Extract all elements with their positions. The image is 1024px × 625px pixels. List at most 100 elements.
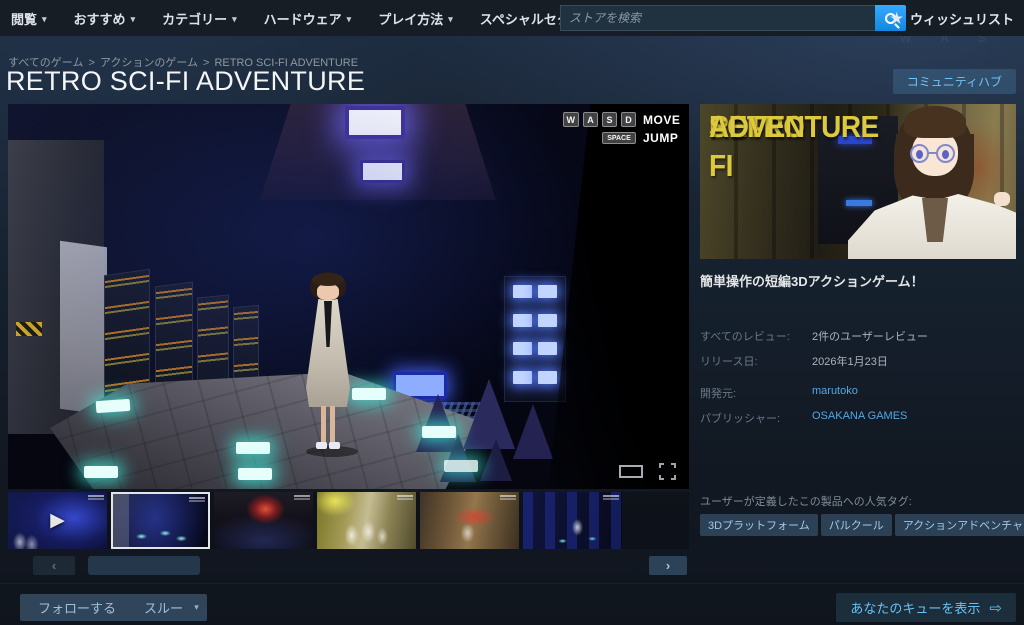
game-info-sidebar: RETRO SCI-FI ADVENTURE 簡単操作の短編3Dアクションゲーム… xyxy=(700,104,1016,435)
key-w: W xyxy=(563,112,580,127)
search-input[interactable] xyxy=(560,5,875,31)
thumbnail-screenshot[interactable] xyxy=(317,492,416,549)
game-capsule-image: RETRO SCI-FI ADVENTURE xyxy=(700,104,1016,259)
tag-3d-platformer[interactable]: 3Dプラットフォーム xyxy=(700,514,818,536)
tag-parkour[interactable]: パルクール xyxy=(821,514,892,536)
scene-glow-tile xyxy=(352,388,386,400)
view-queue-button[interactable]: あなたのキューを表示 ⇨ xyxy=(836,593,1016,622)
tag-list: 3Dプラットフォーム パルクール アクションアドベンチャー + xyxy=(700,514,1016,536)
ignore-dropdown-button[interactable]: ▾ xyxy=(186,594,207,621)
play-icon: ▶ xyxy=(8,492,107,549)
scene-character xyxy=(304,272,354,454)
thumbnail-screenshot[interactable] xyxy=(214,492,313,549)
thumbnails-scrollbar-handle[interactable] xyxy=(88,556,200,575)
thumbnail-screenshot[interactable] xyxy=(523,492,622,549)
scene-glow-tile xyxy=(238,468,272,480)
tag-action-adventure[interactable]: アクションアドベンチャー xyxy=(895,514,1024,536)
scene-glow-tile xyxy=(236,442,270,454)
right-arrow-icon: ⇨ xyxy=(989,599,1002,617)
scene-glow-tile xyxy=(84,466,118,478)
character-bangs xyxy=(904,106,966,138)
nav-label: カテゴリー xyxy=(162,9,227,28)
character-eye xyxy=(942,150,949,159)
scene-glow-tile xyxy=(96,399,131,413)
nav-menu: 閲覧 ▾ おすすめ ▾ カテゴリー ▾ ハードウェア ▾ プレイ方法 ▾ スペシ… xyxy=(0,9,618,28)
popular-tags-section: ユーザーが定義したこの製品への人気タグ: 3Dプラットフォーム パルクール アク… xyxy=(700,493,1016,536)
detail-row-release-date: リリース日: 2026年1月23日 xyxy=(700,353,1016,369)
character-glasses-bridge xyxy=(928,152,937,154)
game-details: すべてのレビュー: 2件のユーザーレビュー リリース日: 2026年1月23日 … xyxy=(700,328,1016,426)
detail-label: すべてのレビュー: xyxy=(700,328,812,344)
wishlist-link[interactable]: ★ ウィッシュリスト xyxy=(890,0,1014,36)
community-hub-button[interactable]: コミュニティハブ xyxy=(893,69,1016,94)
nav-item-browse[interactable]: 閲覧 ▾ xyxy=(11,9,47,28)
character-shoe xyxy=(329,442,340,449)
scene-blue-light xyxy=(513,371,532,384)
chevron-down-icon: ▾ xyxy=(232,14,237,25)
character-leg xyxy=(330,406,335,444)
scene-blue-light xyxy=(513,285,532,298)
scene-blue-light xyxy=(538,342,557,355)
nav-label: プレイ方法 xyxy=(378,9,443,28)
follow-button[interactable]: フォローする xyxy=(20,594,134,621)
character-hair-lock xyxy=(960,134,974,192)
steam-store-page: 閲覧 ▾ おすすめ ▾ カテゴリー ▾ ハードウェア ▾ プレイ方法 ▾ スペシ… xyxy=(0,0,1024,625)
review-summary[interactable]: 2件のユーザーレビュー xyxy=(812,328,928,344)
detail-label: パブリッシャー: xyxy=(700,410,812,426)
nav-item-hardware[interactable]: ハードウェア ▾ xyxy=(264,9,352,28)
detail-label: 開発元: xyxy=(700,385,812,401)
scene-blue-light xyxy=(513,314,532,327)
scene-blue-light xyxy=(538,285,557,298)
theater-mode-icon[interactable] xyxy=(619,465,643,478)
chevron-down-icon: ▾ xyxy=(347,14,352,25)
scene-cone xyxy=(513,404,553,459)
character-bangs xyxy=(312,273,344,286)
chevron-down-icon: ▾ xyxy=(131,14,136,25)
thumbnail-video[interactable]: ▶ xyxy=(8,492,107,549)
move-label: MOVE xyxy=(643,113,679,127)
thumbnail-scroll-row: ‹ › xyxy=(8,556,689,575)
scene-blue-light xyxy=(538,314,557,327)
controls-overlay: W A S D MOVE SPACE JUMP xyxy=(563,112,680,145)
character-face xyxy=(317,284,339,300)
capsule-title-line: ADVENTURE xyxy=(709,108,879,147)
star-icon: ★ xyxy=(890,10,903,27)
character-fist xyxy=(994,192,1010,206)
chevron-down-icon: ▾ xyxy=(42,14,47,25)
nav-item-how-to-play[interactable]: プレイ方法 ▾ xyxy=(378,9,453,28)
developer-link[interactable]: marutoko xyxy=(812,385,858,401)
key-a: A xyxy=(583,112,598,127)
capsule-character xyxy=(866,104,1016,259)
fullscreen-icon[interactable] xyxy=(659,463,676,480)
jump-label: JUMP xyxy=(643,131,679,145)
thumbnails-next-button[interactable]: › xyxy=(649,556,687,575)
queue-label: あなたのキューを表示 xyxy=(850,598,980,617)
scene-blue-light xyxy=(513,342,532,355)
page-title: RETRO SCI-FI ADVENTURE xyxy=(6,66,365,97)
scene-glow-tile xyxy=(422,426,456,438)
key-space: SPACE xyxy=(602,132,636,144)
nav-item-recommended[interactable]: おすすめ ▾ xyxy=(74,9,136,28)
game-description: 簡単操作の短編3Dアクションゲーム！ xyxy=(700,271,1016,290)
tags-header: ユーザーが定義したこの製品への人気タグ: xyxy=(700,493,1016,509)
detail-row-developer: 開発元: marutoko xyxy=(700,385,1016,401)
detail-label: リリース日: xyxy=(700,353,812,369)
scene-glow-tile xyxy=(444,460,478,472)
main-media-player[interactable]: W A S D MOVE SPACE JUMP xyxy=(8,104,689,489)
release-date: 2026年1月23日 xyxy=(812,353,888,369)
footer-divider xyxy=(0,583,1024,584)
nav-item-categories[interactable]: カテゴリー ▾ xyxy=(162,9,237,28)
scene-blue-light xyxy=(538,371,557,384)
chevron-down-icon: ▾ xyxy=(448,14,453,25)
nav-label: 閲覧 xyxy=(11,9,37,28)
thumbnails-prev-button[interactable]: ‹ xyxy=(33,556,75,575)
wishlist-label: ウィッシュリスト xyxy=(910,9,1014,28)
character-shoe xyxy=(316,442,327,449)
detail-row-reviews: すべてのレビュー: 2件のユーザーレビュー xyxy=(700,328,1016,344)
nav-label: ハードウェア xyxy=(264,9,342,28)
publisher-link[interactable]: OSAKANA GAMES xyxy=(812,410,907,426)
thumbnail-screenshot[interactable] xyxy=(420,492,519,549)
scene-cone xyxy=(480,439,512,481)
detail-row-publisher: パブリッシャー: OSAKANA GAMES xyxy=(700,410,1016,426)
thumbnail-screenshot-selected[interactable] xyxy=(111,492,210,549)
